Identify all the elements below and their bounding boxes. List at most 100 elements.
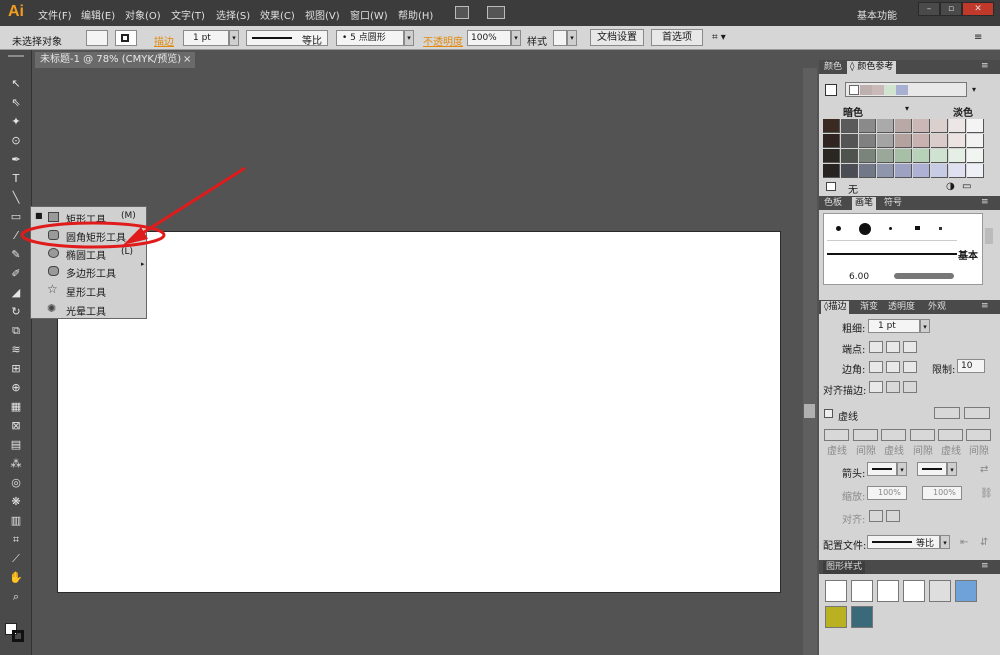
color-variation-swatch[interactable] <box>823 164 840 178</box>
color-variation-swatch[interactable] <box>841 149 858 163</box>
gap-2-input[interactable] <box>910 429 935 441</box>
color-variation-swatch[interactable] <box>931 134 948 148</box>
graphic-style-soft-shadow[interactable] <box>929 580 951 602</box>
basic-brush-stroke[interactable] <box>827 253 957 255</box>
art-brush-preview[interactable] <box>894 273 954 279</box>
color-variation-swatch[interactable] <box>823 119 840 133</box>
arrow-tip-beyond-button[interactable] <box>869 510 883 522</box>
brush-dot-small[interactable] <box>836 226 841 231</box>
align-outside-button[interactable] <box>903 381 917 393</box>
stroke-panel-menu-icon[interactable]: ≡ <box>981 301 989 311</box>
stroke-weight-input[interactable]: 1 pt <box>868 319 920 333</box>
miter-join-button[interactable] <box>869 361 883 373</box>
end-arrowhead-select[interactable] <box>917 462 947 476</box>
start-arrowhead-dropdown[interactable]: ▾ <box>897 462 907 476</box>
dash-2-input[interactable] <box>881 429 906 441</box>
swatch-library-icon[interactable] <box>826 182 836 191</box>
color-variation-swatch[interactable] <box>967 119 984 133</box>
color-variation-swatch[interactable] <box>913 119 930 133</box>
color-variation-swatch[interactable] <box>949 149 966 163</box>
color-variation-swatch[interactable] <box>913 149 930 163</box>
color-variation-swatch[interactable] <box>841 164 858 178</box>
round-cap-button[interactable] <box>886 341 900 353</box>
color-variation-swatch[interactable] <box>877 149 894 163</box>
harmony-dropdown-icon[interactable]: ▾ <box>972 85 976 94</box>
graphic-style-white[interactable] <box>877 580 899 602</box>
color-variation-swatch[interactable] <box>859 149 876 163</box>
color-variation-swatch[interactable] <box>913 164 930 178</box>
graphic-style-teal-texture[interactable] <box>851 606 873 628</box>
color-variation-swatch[interactable] <box>859 164 876 178</box>
dashed-line-checkbox[interactable] <box>824 409 833 418</box>
brush-dot-large[interactable] <box>859 223 871 235</box>
color-variation-grid[interactable] <box>823 119 985 179</box>
color-variation-swatch[interactable] <box>823 149 840 163</box>
brush-dot-tiny[interactable] <box>889 227 892 230</box>
tab-symbols[interactable]: 符号 <box>881 197 905 210</box>
color-panel-menu-icon[interactable]: ≡ <box>981 61 989 71</box>
width-profile-select[interactable]: 等比 <box>867 535 940 549</box>
color-variation-swatch[interactable] <box>895 134 912 148</box>
tab-graphic-styles[interactable]: 图形样式 <box>823 561 866 574</box>
color-variation-swatch[interactable] <box>949 134 966 148</box>
color-variation-swatch[interactable] <box>931 164 948 178</box>
brush-list-scroll-thumb[interactable] <box>985 228 993 244</box>
tab-brushes[interactable]: 画笔 <box>852 197 877 210</box>
color-variation-swatch[interactable] <box>841 134 858 148</box>
tab-appearance[interactable]: 外观 <box>925 301 949 314</box>
tab-color-guide[interactable]: ◊ 颜色参考 <box>847 61 897 74</box>
flip-along-icon[interactable]: ⇤ <box>960 537 968 548</box>
dash-preserve-lengths-button[interactable] <box>964 407 990 419</box>
color-variation-swatch[interactable] <box>949 119 966 133</box>
dash-1-input[interactable] <box>824 429 849 441</box>
color-variation-swatch[interactable] <box>877 134 894 148</box>
swap-arrowheads-icon[interactable]: ⇄ <box>980 464 988 475</box>
tab-swatches[interactable]: 色板 <box>821 197 845 210</box>
dash-3-input[interactable] <box>938 429 963 441</box>
flip-across-icon[interactable]: ⇵ <box>980 537 988 548</box>
gap-3-input[interactable] <box>966 429 991 441</box>
brushes-panel-menu-icon[interactable]: ≡ <box>981 197 989 207</box>
tab-transparency[interactable]: 透明度 <box>885 301 918 314</box>
gap-1-input[interactable] <box>853 429 878 441</box>
projecting-cap-button[interactable] <box>903 341 917 353</box>
color-variation-swatch[interactable] <box>877 119 894 133</box>
color-variation-swatch[interactable] <box>895 149 912 163</box>
tab-color[interactable]: 颜色 <box>821 61 845 74</box>
width-profile-dropdown[interactable]: ▾ <box>940 535 950 549</box>
color-variation-swatch[interactable] <box>877 164 894 178</box>
brush-dot-faint[interactable] <box>939 227 942 230</box>
color-variation-swatch[interactable] <box>859 119 876 133</box>
arrow-scale-end[interactable]: 100% <box>922 486 962 500</box>
align-center-button[interactable] <box>869 381 883 393</box>
color-variation-swatch[interactable] <box>895 164 912 178</box>
color-variation-swatch[interactable] <box>967 134 984 148</box>
color-variation-swatch[interactable] <box>841 119 858 133</box>
graphic-styles-menu-icon[interactable]: ≡ <box>981 561 989 571</box>
color-variation-swatch[interactable] <box>859 134 876 148</box>
color-variation-swatch[interactable] <box>949 164 966 178</box>
graphic-style-default[interactable] <box>825 580 847 602</box>
stroke-weight-select[interactable]: ▾ <box>920 319 930 333</box>
graphic-style-red-stroke[interactable] <box>851 580 873 602</box>
align-inside-button[interactable] <box>886 381 900 393</box>
color-variation-swatch[interactable] <box>823 134 840 148</box>
butt-cap-button[interactable] <box>869 341 883 353</box>
color-variation-swatch[interactable] <box>931 119 948 133</box>
round-join-button[interactable] <box>886 361 900 373</box>
variation-dropdown-icon[interactable]: ▾ <box>905 104 909 113</box>
tab-stroke[interactable]: ◊描边 <box>821 301 850 314</box>
color-variation-swatch[interactable] <box>967 149 984 163</box>
arrow-tip-at-end-button[interactable] <box>886 510 900 522</box>
end-arrowhead-dropdown[interactable]: ▾ <box>947 462 957 476</box>
brush-calligraphic[interactable] <box>915 226 920 230</box>
color-variation-swatch[interactable] <box>895 119 912 133</box>
color-variation-swatch[interactable] <box>931 149 948 163</box>
miter-limit-input[interactable]: 10 <box>957 359 985 373</box>
graphic-style-red-slash[interactable] <box>903 580 925 602</box>
color-variation-swatch[interactable] <box>967 164 984 178</box>
graphic-style-yellow-texture[interactable] <box>825 606 847 628</box>
base-color-swatch[interactable] <box>825 84 837 96</box>
edit-colors-icon[interactable]: ◑ <box>946 181 955 192</box>
dash-align-corners-button[interactable] <box>934 407 960 419</box>
